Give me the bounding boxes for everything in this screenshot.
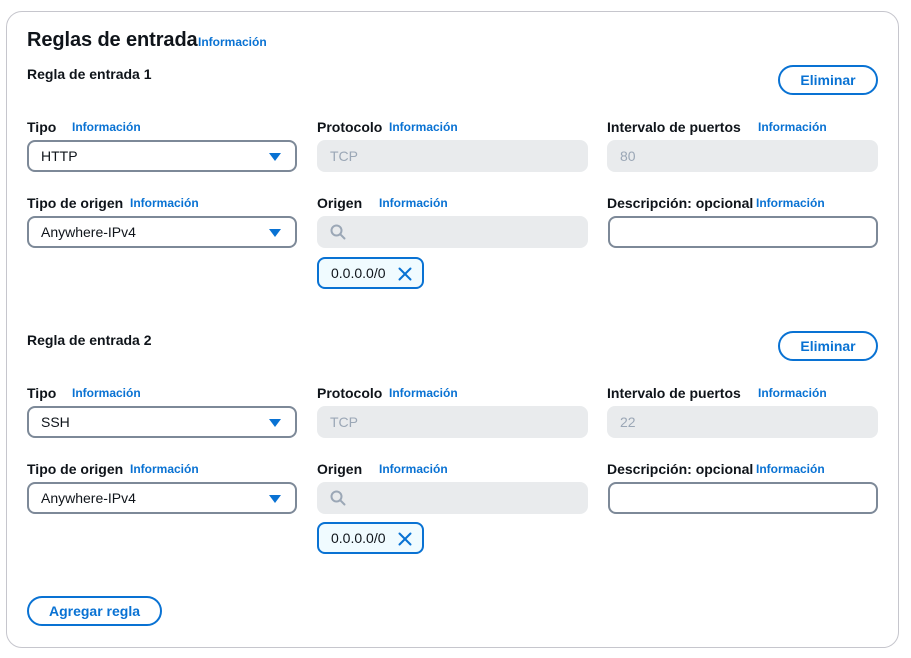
search-icon	[330, 224, 346, 240]
description-input[interactable]	[608, 216, 878, 248]
source-token-label: 0.0.0.0/0	[331, 265, 386, 281]
source-type-select-value: Anywhere-IPv4	[41, 490, 136, 506]
description-input[interactable]	[608, 482, 878, 514]
source-type-label: Tipo de origen	[27, 195, 124, 211]
port-range-label: Intervalo de puertos	[607, 385, 741, 401]
protocol-value: TCP	[330, 414, 358, 430]
source-type-label: Tipo de origen	[27, 461, 124, 477]
port-range-info-link[interactable]: Información	[758, 386, 827, 400]
protocol-info-link[interactable]: Información	[389, 120, 458, 134]
port-range-value: 22	[620, 414, 636, 430]
source-type-info-link[interactable]: Información	[130, 196, 199, 210]
caret-down-icon	[269, 153, 281, 161]
caret-down-icon	[269, 495, 281, 503]
source-type-select-value: Anywhere-IPv4	[41, 224, 136, 240]
port-range-field: 80	[607, 140, 878, 172]
inbound-rules-panel	[6, 11, 899, 648]
source-token: 0.0.0.0/0	[317, 257, 424, 289]
protocol-label: Protocolo	[317, 119, 383, 135]
type-select[interactable]: HTTP	[27, 140, 297, 172]
port-range-value: 80	[620, 148, 636, 164]
source-search-input	[317, 216, 588, 248]
close-icon[interactable]	[398, 532, 412, 546]
search-icon	[330, 490, 346, 506]
type-info-link[interactable]: Información	[72, 120, 141, 134]
type-select-value: SSH	[41, 414, 70, 430]
caret-down-icon	[269, 229, 281, 237]
caret-down-icon	[269, 419, 281, 427]
source-info-link[interactable]: Información	[379, 196, 448, 210]
source-type-select[interactable]: Anywhere-IPv4	[27, 216, 297, 248]
port-range-info-link[interactable]: Información	[758, 120, 827, 134]
close-icon[interactable]	[398, 267, 412, 281]
description-label: Descripción: opcional	[607, 195, 754, 211]
section-info-link[interactable]: Información	[198, 35, 267, 49]
rule-heading: Regla de entrada 1	[27, 66, 152, 82]
port-range-field: 22	[607, 406, 878, 438]
rule-heading: Regla de entrada 2	[27, 332, 152, 348]
type-select[interactable]: SSH	[27, 406, 297, 438]
type-label: Tipo	[27, 119, 57, 135]
source-type-select[interactable]: Anywhere-IPv4	[27, 482, 297, 514]
delete-rule-button[interactable]: Eliminar	[778, 331, 878, 361]
section-title: Reglas de entrada	[27, 29, 198, 51]
type-label: Tipo	[27, 385, 57, 401]
source-label: Origen	[317, 461, 363, 477]
source-info-link[interactable]: Información	[379, 462, 448, 476]
source-type-info-link[interactable]: Información	[130, 462, 199, 476]
protocol-label: Protocolo	[317, 385, 383, 401]
add-rule-button[interactable]: Agregar regla	[27, 596, 162, 626]
source-token-label: 0.0.0.0/0	[331, 530, 386, 546]
delete-rule-button[interactable]: Eliminar	[778, 65, 878, 95]
protocol-value: TCP	[330, 148, 358, 164]
type-select-value: HTTP	[41, 148, 78, 164]
protocol-field: TCP	[317, 406, 588, 438]
type-info-link[interactable]: Información	[72, 386, 141, 400]
description-info-link[interactable]: Información	[756, 462, 825, 476]
protocol-info-link[interactable]: Información	[389, 386, 458, 400]
source-label: Origen	[317, 195, 363, 211]
port-range-label: Intervalo de puertos	[607, 119, 741, 135]
description-info-link[interactable]: Información	[756, 196, 825, 210]
protocol-field: TCP	[317, 140, 588, 172]
description-label: Descripción: opcional	[607, 461, 754, 477]
source-token: 0.0.0.0/0	[317, 522, 424, 554]
source-search-input	[317, 482, 588, 514]
